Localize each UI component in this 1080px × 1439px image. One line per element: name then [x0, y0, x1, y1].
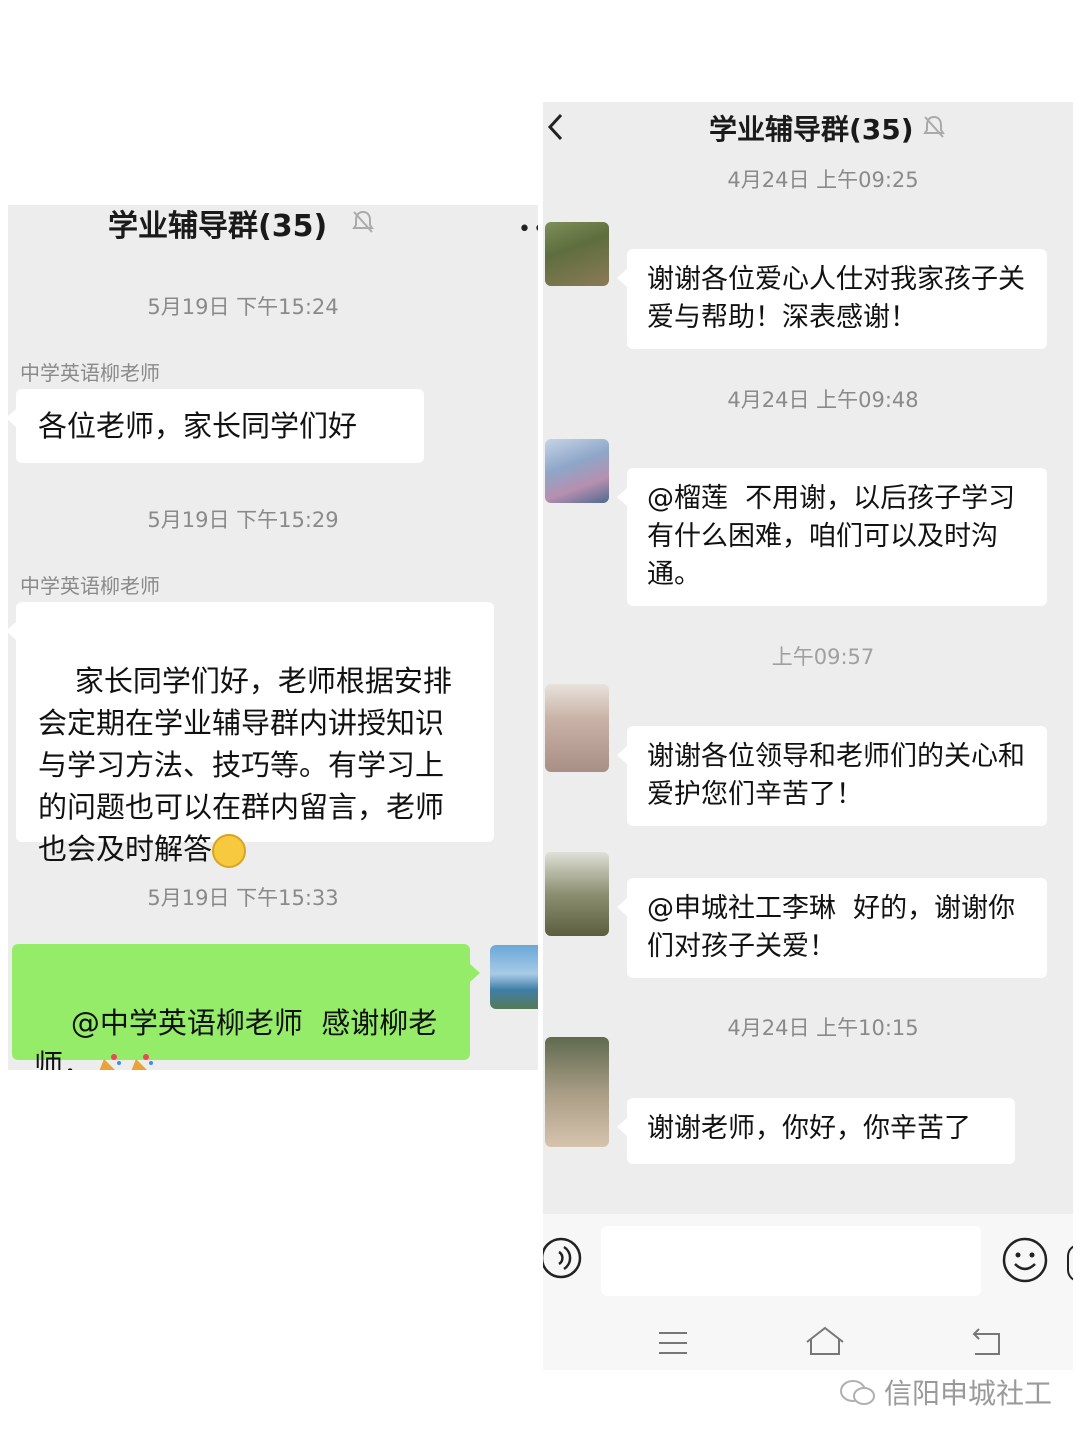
message-timestamp: 4月24日 上午09:25 [727, 168, 919, 192]
emoji-icon[interactable] [1001, 1236, 1049, 1284]
message-timestamp: 4月24日 上午10:15 [727, 1016, 919, 1040]
chat-title: 学业辅导群(35) [108, 209, 328, 244]
avatar[interactable] [545, 684, 609, 772]
message-bubble[interactable]: 谢谢各位爱心人仕对我家孩子关爱与帮助！深表感谢！ [617, 249, 1047, 349]
home-icon[interactable] [803, 1324, 847, 1360]
smile-emoji-icon [212, 834, 247, 868]
mute-bell-icon [923, 115, 945, 138]
message-bubble[interactable]: 谢谢老师，你好，你辛苦了 [617, 1098, 1015, 1164]
right-chat-screenshot: 学业辅导群(35) 4月24日 上午09:25 谢谢各位爱心人仕对我家孩子关爱与… [543, 102, 1073, 1370]
party-popper-icon [99, 1054, 122, 1070]
message-timestamp: 5月19日 下午15:33 [147, 886, 339, 910]
message-bubble[interactable]: 家长同学们好，老师根据安排会定期在学业辅导群内讲授知识与学习方法、技巧等。有学习… [8, 602, 494, 868]
voice-icon[interactable] [543, 1236, 583, 1280]
watermark-text: 信阳申城社工 [884, 1377, 1053, 1410]
return-icon[interactable] [969, 1326, 1005, 1358]
avatar[interactable] [545, 852, 609, 936]
mute-bell-icon [352, 210, 374, 233]
message-bubble[interactable]: @榴莲 不用谢，以后孩子学习有什么困难，咱们可以及时沟通。 [617, 468, 1047, 606]
avatar[interactable] [545, 222, 609, 286]
sender-name: 中学英语柳老师 [20, 361, 160, 385]
more-icon[interactable]: •• [518, 217, 538, 242]
message-text: 家长同学们好，老师根据安排会定期在学业辅导群内讲授知识与学习方法、技巧等。有学习… [38, 664, 452, 866]
message-bubble[interactable]: @申城社工李琳 好的，谢谢你们对孩子关爱！ [617, 878, 1047, 978]
avatar[interactable] [490, 945, 538, 1009]
message-input[interactable] [601, 1226, 981, 1296]
message-timestamp: 5月19日 下午15:29 [147, 508, 339, 532]
message-timestamp: 4月24日 上午09:48 [727, 388, 919, 412]
avatar[interactable] [545, 439, 609, 503]
back-arrow-icon[interactable] [545, 112, 567, 142]
menu-icon[interactable] [655, 1328, 691, 1358]
chat-title: 学业辅导群(35) [709, 113, 914, 146]
my-message-bubble[interactable]: @中学英语柳老师 感谢柳老师， [12, 944, 480, 1070]
message-bubble[interactable]: 谢谢各位领导和老师们的关心和爱护您们辛苦了！ [617, 726, 1047, 826]
wechat-logo-icon [840, 1380, 875, 1405]
message-timestamp: 5月19日 下午15:24 [147, 295, 339, 319]
avatar[interactable] [545, 1037, 609, 1147]
sender-name: 中学英语柳老师 [20, 574, 160, 598]
message-bubble[interactable]: 各位老师，家长同学们好 [8, 389, 424, 463]
add-icon[interactable] [1067, 1244, 1073, 1282]
party-popper-icon [131, 1054, 154, 1070]
message-timestamp: 上午09:57 [771, 645, 875, 669]
left-chat-screenshot: 学业辅导群(35) •• 5月19日 下午15:24 中学英语柳老师 各位老师，… [8, 205, 538, 1070]
input-toolbar [543, 1214, 1073, 1370]
